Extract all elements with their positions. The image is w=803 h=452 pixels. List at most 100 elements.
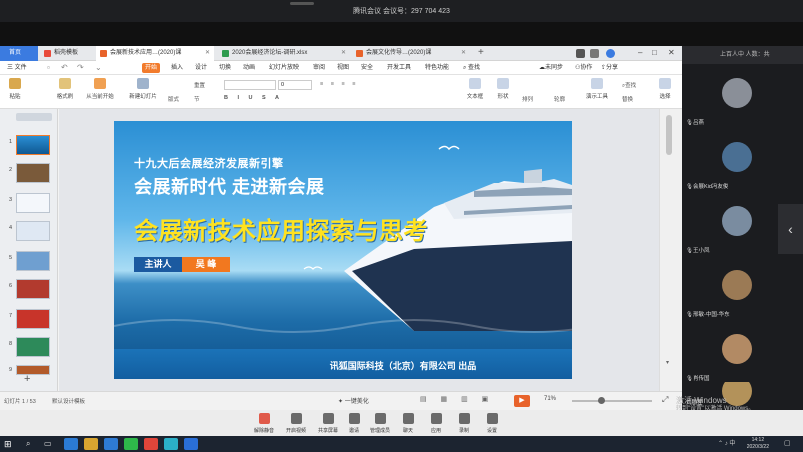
- layout-button[interactable]: 版式: [168, 95, 179, 103]
- avatar[interactable]: [606, 49, 615, 58]
- add-slide-icon[interactable]: +: [24, 373, 30, 385]
- close-icon[interactable]: ✕: [668, 48, 675, 57]
- slide-thumb-2[interactable]: [16, 163, 50, 183]
- app-icon[interactable]: [164, 438, 178, 450]
- tencent-meeting-icon[interactable]: [184, 438, 198, 450]
- replace-button[interactable]: 替换: [622, 95, 633, 103]
- settings-button[interactable]: 设置: [478, 413, 506, 434]
- video-button[interactable]: 开启视频: [282, 413, 310, 434]
- zoom-slider[interactable]: [572, 400, 652, 402]
- invite-button[interactable]: 邀请: [340, 413, 368, 434]
- textbox-button[interactable]: 文本框: [462, 78, 488, 100]
- menu-security[interactable]: 安全: [358, 63, 376, 73]
- view-toggle[interactable]: [16, 113, 52, 121]
- sync-status[interactable]: ☁未同步: [536, 63, 566, 73]
- close-tab-icon[interactable]: ✕: [461, 46, 466, 61]
- new-slide-button[interactable]: 新建幻灯片: [126, 78, 160, 100]
- browser-icon[interactable]: [104, 438, 118, 450]
- maximize-icon[interactable]: □: [652, 48, 657, 57]
- scroll-thumb[interactable]: [666, 115, 672, 155]
- grid-icon[interactable]: [590, 49, 599, 58]
- menu-animation[interactable]: 动画: [240, 63, 258, 73]
- menu-insert[interactable]: 插入: [168, 63, 186, 73]
- beautify-button[interactable]: ✦ 一键美化: [338, 396, 369, 405]
- font-name-input[interactable]: [224, 80, 276, 90]
- mute-button[interactable]: 解除静音: [250, 413, 278, 434]
- menu-features[interactable]: 特色功能: [422, 63, 452, 73]
- layout-icon[interactable]: [576, 49, 585, 58]
- participant-tile[interactable]: 🎙王小凤: [682, 194, 782, 258]
- tab-home[interactable]: 首页: [0, 46, 38, 61]
- paragraph-buttons[interactable]: ≡ ≡ ≡ ≡: [320, 81, 358, 87]
- menu-design[interactable]: 设计: [192, 63, 210, 73]
- undo-icon[interactable]: ↶: [58, 63, 71, 73]
- reset-button[interactable]: 重置: [194, 81, 205, 89]
- menu-view[interactable]: 视图: [334, 63, 352, 73]
- slide-1[interactable]: 十九大后会展经济发展新引擎 会展新时代 走进新会展 会展新技术应用探索与思考 主…: [114, 121, 572, 379]
- zoom-slider-handle[interactable]: [598, 397, 605, 404]
- drag-handle[interactable]: [290, 2, 314, 5]
- slide-thumb-7[interactable]: [16, 309, 50, 329]
- tab-ppt-file[interactable]: 会展新技术应用…(2020)课 ✕: [96, 46, 214, 61]
- share-screen-button[interactable]: 共享屏幕: [314, 413, 342, 434]
- slide-thumb-6[interactable]: [16, 279, 50, 299]
- close-tab-icon[interactable]: ✕: [341, 46, 346, 61]
- text-format-buttons[interactable]: B I U S A: [224, 95, 283, 101]
- tab-xls-file[interactable]: 2020会展经济论坛-调研.xlsx ✕: [218, 46, 350, 61]
- menu-search[interactable]: ⌕ 查找: [460, 63, 483, 73]
- search-icon[interactable]: ⌕: [26, 438, 40, 450]
- slide-thumb-9[interactable]: [16, 365, 50, 375]
- menu-slideshow[interactable]: 幻灯片放映: [266, 63, 302, 73]
- menu-transition[interactable]: 切换: [216, 63, 234, 73]
- format-painter-button[interactable]: 格式刷: [52, 78, 78, 100]
- paste-button[interactable]: 粘贴: [2, 78, 28, 100]
- select-button[interactable]: 选择: [652, 78, 678, 100]
- fit-window-icon[interactable]: ⤢: [662, 395, 668, 405]
- menu-start[interactable]: 开始: [142, 63, 161, 73]
- record-button[interactable]: 录制: [450, 413, 478, 434]
- tab-doc-file[interactable]: 会展文化传导…(2020)课 ✕: [352, 46, 470, 61]
- tab-docer[interactable]: 稻壳模板: [40, 46, 94, 61]
- participant-tile[interactable]: 🎙肖传国: [682, 322, 782, 386]
- wps-icon[interactable]: [144, 438, 158, 450]
- slide-thumb-1[interactable]: [16, 135, 50, 155]
- members-button[interactable]: 管理成员: [366, 413, 394, 434]
- share-button[interactable]: ⇪分享: [598, 63, 621, 73]
- explorer-icon[interactable]: [84, 438, 98, 450]
- slide-thumb-5[interactable]: [16, 251, 50, 271]
- wechat-icon[interactable]: [124, 438, 138, 450]
- menu-file[interactable]: 三 文件: [4, 63, 30, 73]
- participant-tile[interactable]: 🎙吕燕: [682, 66, 782, 130]
- apps-button[interactable]: 应用: [422, 413, 450, 434]
- windows-start-icon[interactable]: ⊞: [4, 438, 18, 450]
- close-tab-icon[interactable]: ✕: [205, 46, 210, 61]
- participant-tile[interactable]: 🎙邢敏-中国-华东: [682, 258, 782, 322]
- from-current-button[interactable]: 从当前开始: [84, 78, 116, 100]
- more-icon[interactable]: ⌄: [92, 63, 105, 73]
- shape-button[interactable]: 形状: [490, 78, 516, 100]
- participant-tile[interactable]: 🎙会展Kid冯友俊: [682, 130, 782, 194]
- task-view-icon[interactable]: ▭: [44, 438, 58, 450]
- vertical-scrollbar[interactable]: ▾: [659, 109, 682, 391]
- slide-thumb-4[interactable]: [16, 221, 50, 241]
- slide-thumb-3[interactable]: [16, 193, 50, 213]
- arrange-button[interactable]: 排列: [522, 95, 533, 103]
- minimize-icon[interactable]: –: [638, 48, 642, 57]
- scroll-down-icon[interactable]: ▾: [666, 359, 669, 366]
- present-tools-button[interactable]: 演示工具: [582, 78, 612, 100]
- outline-button[interactable]: 轮廓: [554, 95, 565, 103]
- save-icon[interactable]: ▫: [44, 63, 53, 73]
- play-slideshow-button[interactable]: ▶: [514, 395, 530, 407]
- font-size-input[interactable]: 0: [278, 80, 312, 90]
- clock[interactable]: 14:12 2020/3/22: [747, 437, 769, 451]
- edge-icon[interactable]: [64, 438, 78, 450]
- section-button[interactable]: 节: [194, 95, 200, 103]
- view-mode-icons[interactable]: ▤ ▦ ▥ ▣: [420, 395, 510, 407]
- slide-thumb-8[interactable]: [16, 337, 50, 357]
- notification-icon[interactable]: ▢: [784, 438, 798, 450]
- collab-button[interactable]: ⚇协作: [572, 63, 595, 73]
- slide-canvas[interactable]: 十九大后会展经济发展新引擎 会展新时代 走进新会展 会展新技术应用探索与思考 主…: [59, 109, 659, 391]
- menu-review[interactable]: 审阅: [310, 63, 328, 73]
- meeting-title-bar[interactable]: 腾讯会议 会议号：297 704 423: [0, 0, 803, 22]
- redo-icon[interactable]: ↷: [74, 63, 87, 73]
